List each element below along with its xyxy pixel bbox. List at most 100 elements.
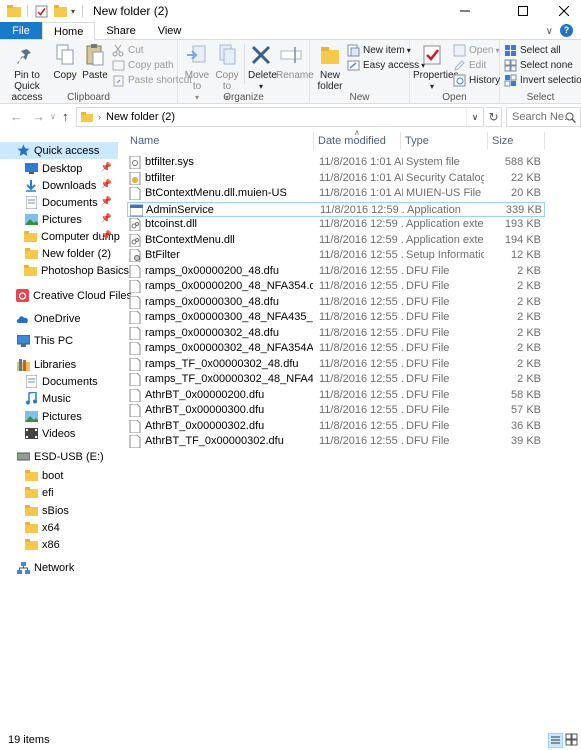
nav-desktop[interactable]: Desktop 📌 xyxy=(0,160,118,177)
nav-creative-cloud[interactable]: Creative Cloud Files xyxy=(0,287,132,304)
minimize-button[interactable] xyxy=(442,0,488,22)
file-type: DFU File xyxy=(406,311,450,323)
back-button[interactable]: ← xyxy=(10,109,23,124)
table-row[interactable]: AdminService 11/8/2016 12:59 ... Applicati… xyxy=(127,201,545,217)
nav-pictures[interactable]: Pictures 📌 xyxy=(0,211,118,228)
paste-button[interactable]: Paste xyxy=(82,42,108,81)
properties-icon[interactable] xyxy=(33,3,49,19)
up-button[interactable]: ↑ xyxy=(62,109,69,124)
nav-this-pc[interactable]: This PC xyxy=(0,332,118,349)
chevron-down-icon[interactable]: ▾ xyxy=(68,3,78,19)
column-separator[interactable] xyxy=(487,132,488,150)
table-row[interactable]: BtContextMenu.dll.muien-US 11/8/2016 1:01… xyxy=(127,186,545,201)
paste-icon xyxy=(82,42,108,68)
nav-usb-efi[interactable]: efi xyxy=(0,484,118,501)
table-row[interactable]: ramps_0x00000302_48_NFA354A_10db... 11/8/… xyxy=(127,341,545,356)
pin-icon[interactable]: 📌 xyxy=(101,196,112,207)
nav-documents[interactable]: Documents 📌 xyxy=(0,194,118,211)
nav-lib-music[interactable]: Music xyxy=(0,390,118,407)
nav-libraries[interactable]: Libraries xyxy=(0,356,118,373)
nav-usb-x86[interactable]: x86 xyxy=(0,536,118,553)
table-row[interactable]: ramps_TF_0x00000302_48.dfu 11/8/2016 12:5… xyxy=(127,357,545,372)
table-row[interactable]: ramps_0x00000302_48.dfu 11/8/2016 12:55 .… xyxy=(127,326,545,341)
table-row[interactable]: AthrBT_0x00000300.dfu 11/8/2016 12:55 ...… xyxy=(127,403,545,418)
pin-icon[interactable]: 📌 xyxy=(101,179,112,190)
new-item-button[interactable]: New item ▾ xyxy=(347,43,411,58)
copy-path-button[interactable]: Copy path xyxy=(112,58,174,73)
details-view-button[interactable] xyxy=(548,733,563,748)
table-row[interactable]: btfilter 11/8/2016 1:01 AM Security Catalo… xyxy=(127,171,545,186)
nav-lib-videos[interactable]: Videos xyxy=(0,425,118,442)
cut-button[interactable]: Cut xyxy=(112,43,144,58)
recent-locations-chevron-icon[interactable]: ∨ xyxy=(50,112,56,121)
column-separator[interactable] xyxy=(313,132,314,150)
edit-button[interactable]: Edit xyxy=(453,58,486,73)
column-separator[interactable] xyxy=(400,132,401,150)
table-row[interactable]: ramps_0x00000200_48_NFA354.dfu 11/8/2016 … xyxy=(127,279,545,294)
pin-icon[interactable]: 📌 xyxy=(101,230,112,241)
rename-button[interactable]: Rename xyxy=(276,42,314,81)
address-dropdown-icon[interactable]: ∨ xyxy=(466,108,483,126)
history-button[interactable]: History xyxy=(453,73,500,88)
ribbon-expand-icon[interactable]: ∨ xyxy=(546,26,553,37)
nav-usb-drive[interactable]: ESD-USB (E:) xyxy=(0,448,118,465)
table-row[interactable]: btfilter.sys 11/8/2016 1:01 AM System file… xyxy=(127,155,545,170)
table-row[interactable]: btcoinst.dll 11/8/2016 12:59 ... Applicati… xyxy=(127,217,545,232)
properties-icon xyxy=(419,42,445,68)
table-row[interactable]: ramps_0x00000300_48_NFA435_10db.dfu 11/8/… xyxy=(127,310,545,325)
nav-lib-documents[interactable]: Documents xyxy=(0,373,118,390)
new-folder-icon[interactable] xyxy=(52,3,68,19)
nav-network[interactable]: Network xyxy=(0,559,118,576)
tab-view[interactable]: View xyxy=(147,22,193,39)
nav-label: boot xyxy=(42,469,64,482)
nav-usb-sbios[interactable]: sBios xyxy=(0,502,118,519)
pin-icon[interactable]: 📌 xyxy=(101,162,112,173)
help-icon[interactable]: ? xyxy=(560,24,573,37)
nav-onedrive[interactable]: OneDrive xyxy=(0,310,118,327)
nav-photoshop-basics[interactable]: Photoshop Basics xyxy=(0,262,129,279)
address-field[interactable]: › New folder (2) ∨ xyxy=(76,107,484,127)
nav-computer-dump[interactable]: Computer dump 📌 xyxy=(0,228,120,245)
table-row[interactable]: AthrBT_TF_0x00000302.dfu 11/8/2016 12:55 … xyxy=(127,434,545,449)
tab-share[interactable]: Share xyxy=(95,22,146,39)
tab-file[interactable]: File xyxy=(0,22,42,39)
forward-button[interactable]: → xyxy=(32,109,45,124)
invert-selection-button[interactable]: Invert selection xyxy=(504,73,581,88)
maximize-button[interactable] xyxy=(508,0,538,22)
column-header-size[interactable]: Size xyxy=(492,130,542,152)
breadcrumb[interactable]: New folder (2) xyxy=(106,111,175,123)
edit-icon xyxy=(453,59,466,72)
close-button[interactable] xyxy=(546,0,581,22)
pin-icon[interactable]: 📌 xyxy=(101,213,112,224)
new-folder-button[interactable]: New folder xyxy=(315,42,345,92)
tab-home[interactable]: Home xyxy=(42,22,96,40)
select-none-button[interactable]: Select none xyxy=(504,58,573,73)
nav-quick-access[interactable]: Quick access xyxy=(0,142,118,159)
column-header-type[interactable]: Type xyxy=(405,130,485,152)
table-row[interactable]: ramps_0x00000300_48.dfu 11/8/2016 12:55 .… xyxy=(127,295,545,310)
table-row[interactable]: ramps_0x00000200_48.dfu 11/8/2016 12:55 .… xyxy=(127,264,545,279)
table-row[interactable]: BtContextMenu.dll 11/8/2016 12:59 ... Appl… xyxy=(127,233,545,248)
large-icons-view-button[interactable] xyxy=(565,733,580,748)
copy-button[interactable]: Copy xyxy=(52,42,78,81)
column-separator[interactable] xyxy=(544,132,545,150)
refresh-button[interactable]: ↻ xyxy=(486,107,502,127)
nav-downloads[interactable]: Downloads 📌 xyxy=(0,177,118,194)
column-header-name[interactable]: Name xyxy=(130,130,310,152)
file-icon xyxy=(129,419,142,433)
delete-button[interactable]: Delete ▾ xyxy=(248,42,277,92)
table-row[interactable]: ramps_TF_0x00000302_48_NFA435_10db... 11/… xyxy=(127,372,545,387)
nav-usb-boot[interactable]: boot xyxy=(0,467,118,484)
select-all-button[interactable]: Select all xyxy=(504,43,561,58)
table-row[interactable]: AthrBT_0x00000200.dfu 11/8/2016 12:55 ...… xyxy=(127,388,545,403)
file-date: 11/8/2016 1:01 AM xyxy=(319,171,403,184)
search-input[interactable]: Search Ne... xyxy=(506,107,581,127)
properties-button[interactable]: Properties ▾ xyxy=(413,42,459,92)
table-row[interactable]: BtFilter 11/8/2016 12:55 ... Setup Informa… xyxy=(127,248,545,263)
table-row[interactable]: AthrBT_0x00000302.dfu 11/8/2016 12:55 ...… xyxy=(127,419,545,434)
nav-usb-x64[interactable]: x64 xyxy=(0,519,118,536)
nav-new-folder-2[interactable]: New folder (2) xyxy=(0,245,118,262)
nav-lib-pictures[interactable]: Pictures xyxy=(0,408,118,425)
column-header-date[interactable]: Date modified xyxy=(318,130,402,152)
open-button[interactable]: Open ▾ xyxy=(453,43,499,58)
